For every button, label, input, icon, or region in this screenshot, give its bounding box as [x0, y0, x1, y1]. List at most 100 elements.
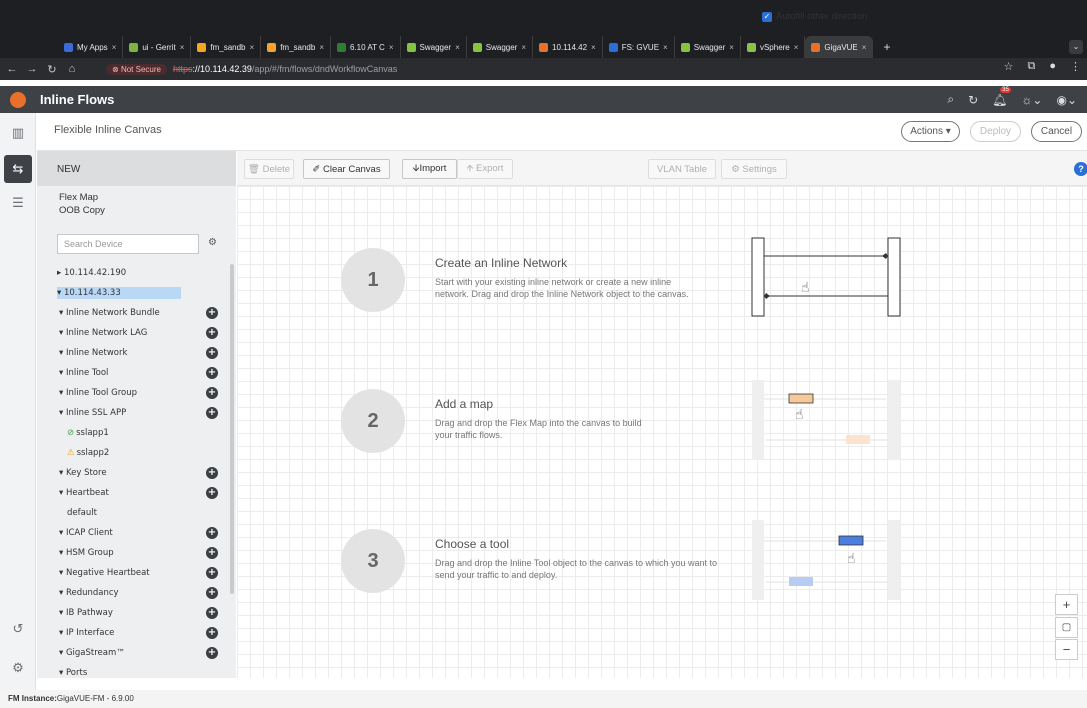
delete-button[interactable]: 🗑 Delete	[244, 159, 294, 179]
add-item-icon[interactable]: +	[206, 307, 218, 319]
tree-item[interactable]: ▾ IP Interface +	[37, 624, 236, 642]
theme-sun-icon[interactable]: ☼⌄	[1021, 93, 1042, 107]
zoom-out-button[interactable]: −	[1055, 639, 1078, 660]
tree-item[interactable]: ▾ Redundancy +	[37, 584, 236, 602]
actions-dropdown-button[interactable]: Actions ▾	[901, 121, 960, 142]
tree-item[interactable]: ▾ Negative Heartbeat +	[37, 564, 236, 582]
add-item-icon[interactable]: +	[206, 547, 218, 559]
user-account-icon[interactable]: ◉⌄	[1056, 93, 1077, 107]
tree-item[interactable]: ⚠ sslapp2	[37, 444, 236, 462]
tab-close-icon[interactable]: ×	[180, 43, 185, 52]
add-item-icon[interactable]: +	[206, 607, 218, 619]
browser-tab[interactable]: My Apps ×	[58, 36, 124, 58]
browser-tab[interactable]: FS: GVUE ×	[603, 36, 675, 58]
browser-tab[interactable]: 6.10 AT C ×	[331, 36, 401, 58]
tree-item[interactable]: default	[37, 504, 236, 522]
tab-close-icon[interactable]: ×	[319, 43, 324, 52]
flows-icon[interactable]: ⇆	[4, 155, 32, 183]
back-icon[interactable]: ←	[4, 63, 20, 75]
add-item-icon[interactable]: +	[206, 647, 218, 659]
refresh-icon[interactable]: ↻	[968, 93, 978, 107]
add-item-icon[interactable]: +	[206, 407, 218, 419]
autofill-checkbox[interactable]: ✓ Autofill other direction	[762, 11, 867, 22]
flow-canvas[interactable]: ☝ ☝ ☝ 1 Create an Inline Network Start wit…	[237, 186, 1087, 678]
tree-item[interactable]: ⊘ sslapp1	[37, 424, 236, 442]
browser-tab[interactable]: Swagger ×	[401, 36, 467, 58]
profile-icon[interactable]: ●	[1049, 60, 1056, 73]
browser-tab[interactable]: ui - Gerrit ×	[123, 36, 192, 58]
not-secure-badge[interactable]: ⊗ Not Secure	[106, 63, 167, 75]
add-item-icon[interactable]: +	[206, 487, 218, 499]
export-button[interactable]: 🡩 Export	[457, 159, 513, 179]
settings-gear-icon[interactable]: ⚙	[8, 658, 28, 678]
browser-tab[interactable]: 10.114.42 ×	[533, 36, 603, 58]
clear-canvas-button[interactable]: ✐ Clear Canvas	[303, 159, 390, 179]
cancel-button[interactable]: Cancel	[1031, 121, 1082, 142]
add-item-icon[interactable]: +	[206, 567, 218, 579]
dashboard-chart-icon[interactable]: ▥	[8, 123, 28, 143]
history-icon[interactable]: ↺	[8, 619, 28, 639]
tree-item[interactable]: ▾ Inline Network +	[37, 344, 236, 362]
flex-map-item[interactable]: Flex Map	[59, 191, 236, 204]
tree-item[interactable]: ▾ Inline SSL APP +	[37, 404, 236, 422]
settings-button[interactable]: ⚙ Settings	[721, 159, 787, 179]
tab-close-icon[interactable]: ×	[591, 43, 596, 52]
tree-item[interactable]: ▾ Inline Tool Group +	[37, 384, 236, 402]
browser-tab[interactable]: vSphere ×	[741, 36, 806, 58]
extensions-icon[interactable]: ⧉	[1027, 60, 1035, 73]
tab-close-icon[interactable]: ×	[250, 43, 255, 52]
notifications-bell-icon[interactable]: 🔔︎ 35	[992, 86, 1011, 107]
tab-close-icon[interactable]: ×	[455, 43, 460, 52]
home-icon[interactable]: ⌂	[64, 63, 80, 75]
inventory-list-icon[interactable]: ☰	[8, 193, 28, 213]
reload-icon[interactable]: ↻	[44, 63, 60, 76]
forward-icon[interactable]: →	[24, 63, 40, 75]
tab-close-icon[interactable]: ×	[663, 43, 668, 52]
bookmark-star-icon[interactable]: ☆	[1004, 60, 1014, 73]
browser-tab[interactable]: fm_sandb ×	[261, 36, 331, 58]
add-item-icon[interactable]: +	[206, 347, 218, 359]
tree-item[interactable]: ▾ Ports	[37, 664, 236, 678]
vlan-table-button[interactable]: VLAN Table	[648, 159, 716, 179]
tree-item[interactable]: ▾ 10.114.43.33	[37, 284, 236, 302]
search-icon[interactable]: ⌕	[947, 92, 954, 107]
browser-tab[interactable]: Swagger ×	[467, 36, 534, 58]
zoom-fit-button[interactable]: ▢	[1055, 617, 1078, 638]
browser-tab[interactable]: GigaVUE ×	[805, 36, 874, 58]
zoom-in-button[interactable]: +	[1055, 594, 1078, 615]
tab-close-icon[interactable]: ×	[112, 43, 117, 52]
add-item-icon[interactable]: +	[206, 527, 218, 539]
tree-item[interactable]: ▾ GigaStream™ +	[37, 644, 236, 662]
add-item-icon[interactable]: +	[206, 327, 218, 339]
new-tab-button[interactable]: +	[873, 40, 900, 54]
tab-close-icon[interactable]: ×	[862, 43, 867, 52]
import-button[interactable]: 🡫Import	[402, 159, 457, 179]
tab-close-icon[interactable]: ×	[794, 43, 799, 52]
url-bar[interactable]: ⊗ Not Secure https://10.114.42.39/app/#/…	[106, 61, 397, 77]
tree-item[interactable]: ▾ IB Pathway +	[37, 604, 236, 622]
browser-tab[interactable]: Swagger ×	[675, 36, 741, 58]
add-item-icon[interactable]: +	[206, 627, 218, 639]
tree-item[interactable]: ▾ HSM Group +	[37, 544, 236, 562]
tab-close-icon[interactable]: ×	[389, 43, 394, 52]
search-settings-gear-icon[interactable]: ⚙	[208, 237, 217, 248]
deploy-button[interactable]: Deploy	[970, 121, 1021, 142]
browser-menu-icon[interactable]: ⋮	[1070, 60, 1081, 73]
search-device-input[interactable]: Search Device	[57, 234, 199, 254]
browser-tab[interactable]: fm_sandb ×	[191, 36, 262, 58]
add-item-icon[interactable]: +	[206, 467, 218, 479]
tree-item[interactable]: ▾ Inline Tool +	[37, 364, 236, 382]
tab-search-button[interactable]: ⌄	[1069, 40, 1083, 54]
add-item-icon[interactable]: +	[206, 587, 218, 599]
tab-close-icon[interactable]: ×	[729, 43, 734, 52]
tree-item[interactable]: ▾ ICAP Client +	[37, 524, 236, 542]
tree-item[interactable]: ▾ Key Store +	[37, 464, 236, 482]
tree-item[interactable]: ▸ 10.114.42.190	[37, 264, 236, 282]
add-item-icon[interactable]: +	[206, 367, 218, 379]
add-item-icon[interactable]: +	[206, 387, 218, 399]
app-logo-icon[interactable]	[0, 86, 36, 113]
tree-item[interactable]: ▾ Heartbeat +	[37, 484, 236, 502]
help-icon[interactable]: ?	[1074, 162, 1087, 176]
oob-copy-item[interactable]: OOB Copy	[59, 204, 236, 217]
tree-item[interactable]: ▾ Inline Network LAG +	[37, 324, 236, 342]
